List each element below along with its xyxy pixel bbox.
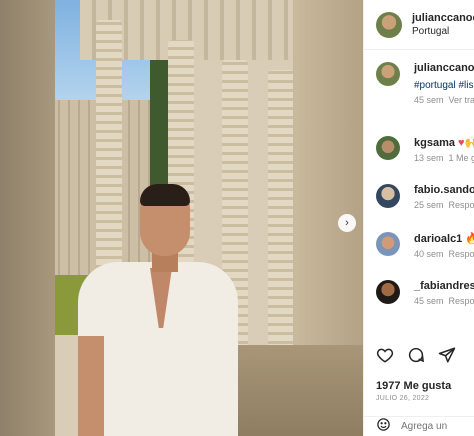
avatar[interactable] xyxy=(376,136,400,160)
comment-time: 25 sem xyxy=(414,200,444,210)
comment-row: kgsama ♥🙌 13 sem 1 Me g xyxy=(376,136,474,163)
comments-list: julianccanoc #portugal #lis 45 sem Ver t… xyxy=(364,58,474,333)
avatar[interactable] xyxy=(376,232,400,256)
reply-button[interactable]: Respo xyxy=(449,249,474,259)
comment-time: 45 sem xyxy=(414,296,444,306)
comment-emoji: 🔥🔥 xyxy=(465,233,474,245)
post-location[interactable]: Portugal xyxy=(412,26,474,37)
next-photo-button[interactable]: › xyxy=(338,214,356,232)
post-date: JULIO 26, 2022 xyxy=(376,395,430,402)
avatar[interactable] xyxy=(376,184,400,208)
comment-meta: 40 sem Respo xyxy=(414,249,474,259)
see-translation-link[interactable]: Ver tra xyxy=(449,95,474,105)
comment-username[interactable]: kgsama ♥🙌 xyxy=(414,136,474,149)
post-viewer: › julianccanoc Portugal julianccanoc #po… xyxy=(0,0,474,436)
comment-time: 40 sem xyxy=(414,249,444,259)
caption-time: 45 sem xyxy=(414,95,444,105)
comment-username[interactable]: fabio.sandov xyxy=(414,184,474,196)
add-comment-bar xyxy=(364,416,474,436)
comment-emoji: ♥🙌 xyxy=(458,137,474,149)
avatar[interactable] xyxy=(376,11,402,38)
caption-row: julianccanoc #portugal #lis 45 sem Ver t… xyxy=(376,62,474,105)
caption-username[interactable]: julianccanoc xyxy=(414,62,474,74)
smiley-icon[interactable] xyxy=(376,417,391,436)
comment-input[interactable] xyxy=(401,421,474,432)
likes-count[interactable]: 1977 Me gusta xyxy=(376,380,451,392)
comment-row: darioalc1 🔥🔥 40 sem Respo xyxy=(376,232,474,259)
arm xyxy=(78,336,104,436)
action-bar xyxy=(376,346,456,369)
stone-column xyxy=(268,70,294,350)
caption-text[interactable]: #portugal #lis xyxy=(414,80,474,91)
heart-icon[interactable] xyxy=(376,346,394,369)
post-sidebar: julianccanoc Portugal julianccanoc #port… xyxy=(363,0,474,436)
avatar[interactable] xyxy=(376,62,400,86)
person xyxy=(78,184,238,436)
post-username[interactable]: julianccanoc xyxy=(412,12,474,24)
avatar[interactable] xyxy=(376,280,400,304)
caption-meta: 45 sem Ver tra xyxy=(414,95,474,105)
stone-wall-left xyxy=(0,0,55,436)
post-photo[interactable]: › xyxy=(0,0,363,436)
stone-ledge xyxy=(230,345,363,436)
comment-time: 13 sem xyxy=(414,153,444,163)
comment-row: _fabiandress 45 sem Respo xyxy=(376,280,474,306)
share-icon[interactable] xyxy=(438,346,456,369)
reply-button[interactable]: Respo xyxy=(449,296,474,306)
comment-icon[interactable] xyxy=(407,346,425,369)
chevron-right-icon: › xyxy=(345,217,349,229)
hair xyxy=(140,184,190,206)
comment-meta: 13 sem 1 Me g xyxy=(414,153,474,163)
comment-username[interactable]: _fabiandress xyxy=(414,280,474,292)
comment-username[interactable]: darioalc1 🔥🔥 xyxy=(414,232,474,245)
reply-button[interactable]: Respo xyxy=(449,200,474,210)
comment-row: fabio.sandov 25 sem Respo xyxy=(376,184,474,210)
post-header: julianccanoc Portugal xyxy=(364,0,474,50)
comment-meta: 25 sem Respo xyxy=(414,200,474,210)
comment-meta: 45 sem Respo xyxy=(414,296,474,306)
comment-likes[interactable]: 1 Me g xyxy=(449,153,474,163)
